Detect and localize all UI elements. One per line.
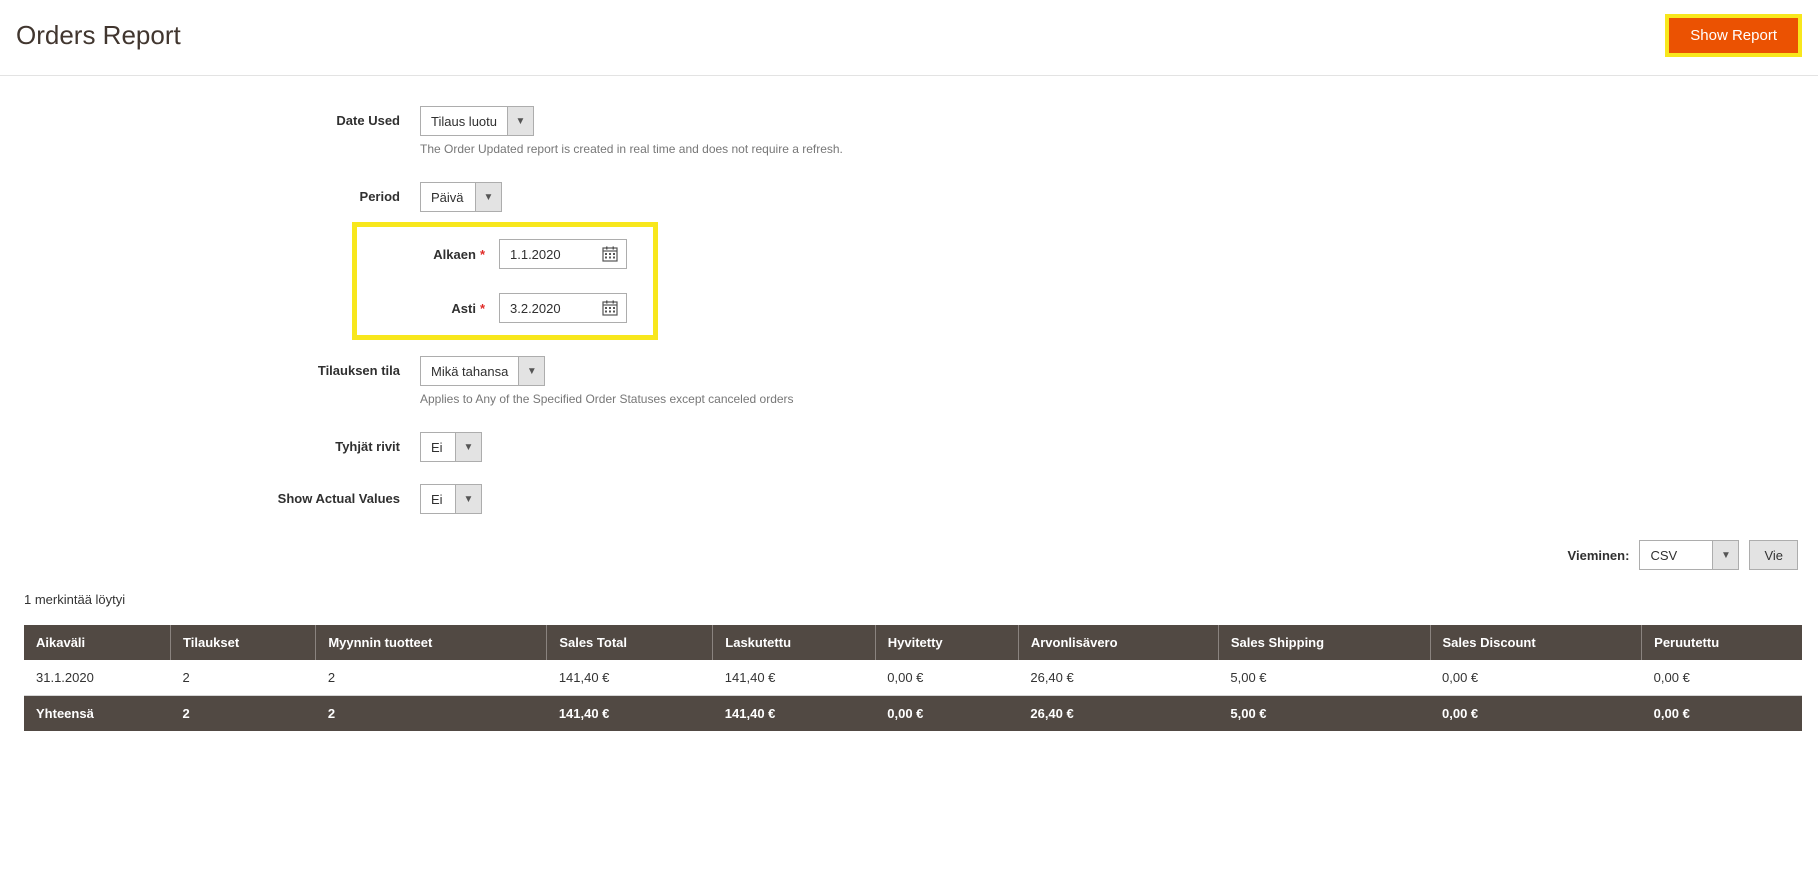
from-date-input[interactable]: [499, 239, 627, 269]
table-cell: 0,00 €: [1430, 660, 1642, 696]
table-cell: 31.1.2020: [24, 660, 171, 696]
table-header: Myynnin tuotteet: [316, 625, 547, 660]
to-date-input[interactable]: [499, 293, 627, 323]
table-header: Peruutettu: [1642, 625, 1802, 660]
calendar-icon[interactable]: [602, 300, 618, 316]
export-label: Vieminen:: [1568, 548, 1630, 563]
period-select[interactable]: Päivä ▼: [420, 182, 502, 212]
table-cell: 26,40 €: [1018, 696, 1218, 732]
date-used-select[interactable]: Tilaus luotu ▼: [420, 106, 534, 136]
table-total-row: Yhteensä22141,40 €141,40 €0,00 €26,40 €5…: [24, 696, 1802, 732]
order-status-note: Applies to Any of the Specified Order St…: [420, 392, 1798, 406]
table-cell: 0,00 €: [875, 660, 1018, 696]
table-cell: 2: [171, 696, 316, 732]
table-cell: 141,40 €: [547, 660, 713, 696]
table-cell: 0,00 €: [875, 696, 1018, 732]
to-date-field[interactable]: [508, 300, 588, 317]
page-title: Orders Report: [16, 20, 181, 51]
actual-values-value: Ei: [421, 485, 455, 513]
chevron-down-icon: ▼: [455, 485, 481, 513]
export-bar: Vieminen: CSV ▼ Vie: [0, 534, 1818, 570]
show-report-button[interactable]: Show Report: [1669, 18, 1798, 53]
table-cell: 141,40 €: [547, 696, 713, 732]
filters-form: Date Used Tilaus luotu ▼ The Order Updat…: [0, 76, 1818, 534]
table-cell: 141,40 €: [713, 660, 875, 696]
table-cell: Yhteensä: [24, 696, 171, 732]
table-header: Sales Shipping: [1218, 625, 1430, 660]
order-status-select[interactable]: Mikä tahansa ▼: [420, 356, 545, 386]
table-header: Sales Discount: [1430, 625, 1642, 660]
page-header: Orders Report Show Report: [0, 0, 1818, 76]
actual-values-select[interactable]: Ei ▼: [420, 484, 482, 514]
table-cell: 2: [316, 660, 547, 696]
table-cell: 5,00 €: [1218, 696, 1430, 732]
date-range-highlight: Alkaen* Asti*: [352, 222, 658, 340]
report-table: AikaväliTilauksetMyynnin tuotteetSales T…: [24, 625, 1802, 731]
chevron-down-icon: ▼: [507, 107, 533, 135]
table-header: Hyvitetty: [875, 625, 1018, 660]
period-value: Päivä: [421, 183, 475, 211]
export-format-value: CSV: [1640, 541, 1712, 569]
table-cell: 2: [316, 696, 547, 732]
chevron-down-icon: ▼: [455, 433, 481, 461]
from-date-field[interactable]: [508, 246, 588, 263]
export-format-select[interactable]: CSV ▼: [1639, 540, 1739, 570]
table-header: Arvonlisävero: [1018, 625, 1218, 660]
chevron-down-icon: ▼: [475, 183, 501, 211]
export-button[interactable]: Vie: [1749, 540, 1798, 570]
table-header: Sales Total: [547, 625, 713, 660]
table-cell: 26,40 €: [1018, 660, 1218, 696]
period-label: Period: [20, 182, 420, 204]
table-cell: 0,00 €: [1642, 660, 1802, 696]
chevron-down-icon: ▼: [518, 357, 544, 385]
empty-rows-label: Tyhjät rivit: [20, 432, 420, 454]
table-cell: 2: [171, 660, 316, 696]
to-label: Asti*: [425, 301, 485, 316]
table-cell: 141,40 €: [713, 696, 875, 732]
table-cell: 0,00 €: [1642, 696, 1802, 732]
empty-rows-select[interactable]: Ei ▼: [420, 432, 482, 462]
table-cell: 0,00 €: [1430, 696, 1642, 732]
order-status-label: Tilauksen tila: [20, 356, 420, 378]
date-used-note: The Order Updated report is created in r…: [420, 142, 1798, 156]
records-found: 1 merkintää löytyi: [0, 570, 1818, 617]
order-status-value: Mikä tahansa: [421, 357, 518, 385]
from-label: Alkaen*: [425, 247, 485, 262]
date-used-label: Date Used: [20, 106, 420, 128]
empty-rows-value: Ei: [421, 433, 455, 461]
actual-values-label: Show Actual Values: [20, 484, 420, 506]
calendar-icon[interactable]: [602, 246, 618, 262]
table-cell: 5,00 €: [1218, 660, 1430, 696]
table-header: Laskutettu: [713, 625, 875, 660]
chevron-down-icon: ▼: [1712, 541, 1738, 569]
table-row: 31.1.202022141,40 €141,40 €0,00 €26,40 €…: [24, 660, 1802, 696]
table-header: Aikaväli: [24, 625, 171, 660]
table-header: Tilaukset: [171, 625, 316, 660]
date-used-value: Tilaus luotu: [421, 107, 507, 135]
